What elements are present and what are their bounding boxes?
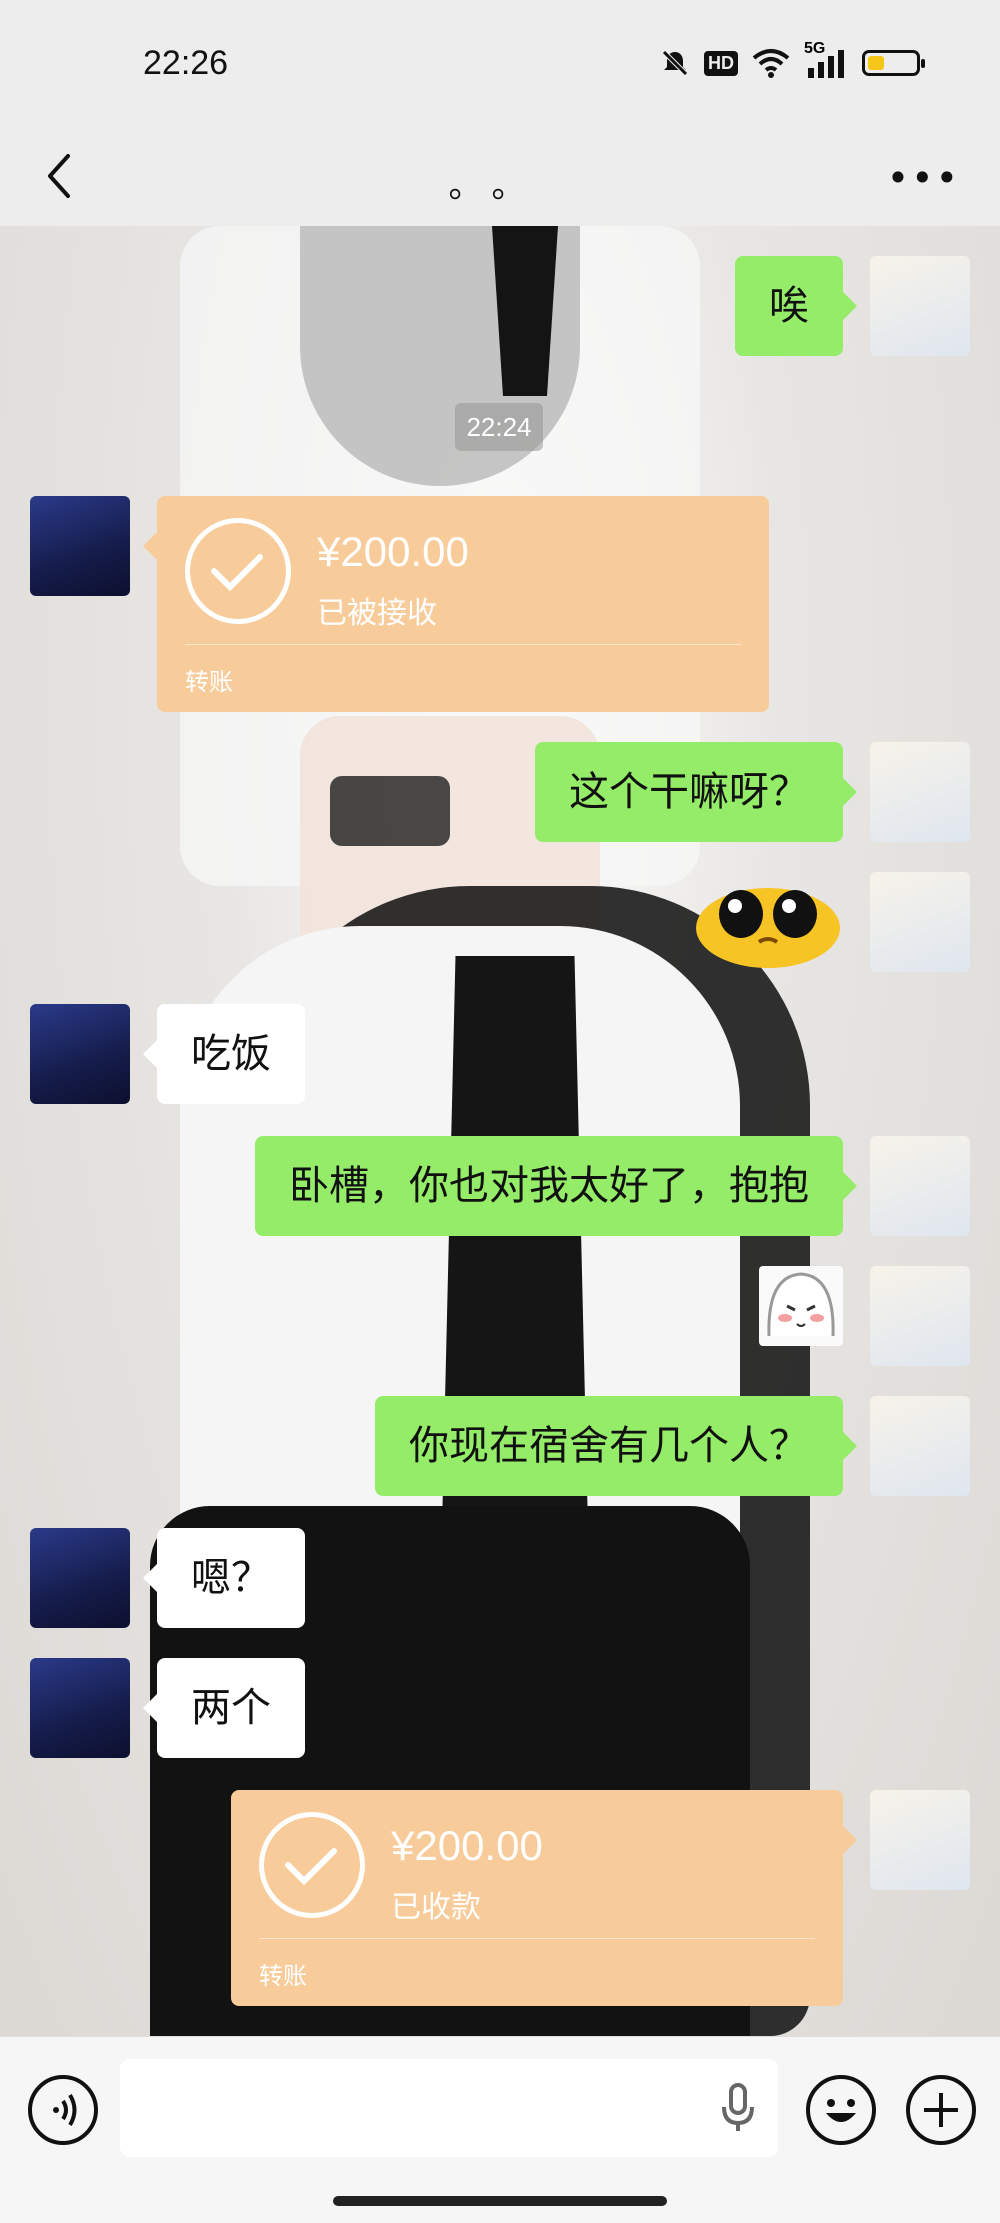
- battery-icon: [862, 50, 925, 76]
- message-row: ¥200.00 已被接收 转账: [0, 496, 1000, 716]
- transfer-card-received[interactable]: ¥200.00 已被接收 转账: [143, 496, 769, 712]
- more-button[interactable]: •••: [887, 156, 960, 200]
- check-circle-icon: [185, 518, 291, 624]
- transfer-card-accepted[interactable]: ¥200.00 已收款 转账: [231, 1790, 857, 2006]
- avatar-self[interactable]: [870, 1396, 970, 1496]
- more-horizontal-icon: •••: [886, 156, 960, 200]
- voice-mode-icon: [53, 2093, 77, 2127]
- chat-title: 。。: [448, 166, 552, 206]
- message-bubble-other[interactable]: 两个: [143, 1658, 305, 1758]
- transfer-amount: ¥200.00: [317, 528, 469, 575]
- chat-header: 。。 •••: [0, 130, 1000, 226]
- transfer-divider: [185, 644, 741, 645]
- avatar-contact[interactable]: [30, 496, 130, 596]
- plus-icon: [924, 2093, 958, 2127]
- chat-area[interactable]: 22:24 唉 ¥200.00 已被接收 转账 这个干嘛呀？ 吃饭 卧槽，你也对…: [0, 226, 1000, 2036]
- message-bubble-self[interactable]: 你现在宿舍有几个人？: [375, 1396, 857, 1496]
- avatar-self[interactable]: [870, 1136, 970, 1236]
- message-row: 卧槽，你也对我太好了，抱抱: [0, 1136, 1000, 1236]
- status-time: 22:26: [143, 44, 229, 82]
- wifi-icon: [752, 49, 790, 78]
- transfer-divider: [259, 1938, 815, 1939]
- avatar-self[interactable]: [870, 1790, 970, 1890]
- status-icons: HD 5G: [660, 40, 925, 78]
- message-row: 这个干嘛呀？: [0, 742, 1000, 842]
- network-label: 5G: [804, 40, 826, 57]
- message-bubble-other[interactable]: 嗯？: [143, 1528, 305, 1628]
- avatar-self[interactable]: [870, 1266, 970, 1366]
- blushing-anime-girl-sticker[interactable]: [759, 1266, 843, 1346]
- input-bar: [0, 2036, 1000, 2223]
- message-row: [0, 1266, 1000, 1366]
- emoji-button[interactable]: [806, 2075, 876, 2145]
- message-bubble-other[interactable]: 吃饭: [143, 1004, 305, 1104]
- message-bubble-self[interactable]: 卧槽，你也对我太好了，抱抱: [255, 1136, 857, 1236]
- message-row: 嗯？: [0, 1528, 1000, 1628]
- message-row: 两个: [0, 1658, 1000, 1758]
- mute-bell-icon: [662, 50, 688, 76]
- battery-level: [868, 56, 884, 70]
- check-circle-icon: [259, 1812, 365, 1918]
- emoji-icon: [826, 2099, 856, 2122]
- avatar-self[interactable]: [870, 872, 970, 972]
- transfer-label: 转账: [259, 1962, 307, 1990]
- message-row: ¥200.00 已收款 转账: [0, 1790, 1000, 2010]
- message-row: [0, 872, 1000, 972]
- avatar-self[interactable]: [870, 256, 970, 356]
- avatar-contact[interactable]: [30, 1528, 130, 1628]
- home-indicator[interactable]: [333, 2196, 667, 2206]
- avatar-contact[interactable]: [30, 1658, 130, 1758]
- transfer-status: 已被接收: [317, 596, 437, 631]
- signal-icon: 5G: [804, 40, 848, 78]
- message-bubble-self[interactable]: 唉: [735, 256, 857, 356]
- chat-timestamp: 22:24: [455, 403, 543, 451]
- message-input[interactable]: [120, 2059, 778, 2157]
- message-row: 吃饭: [0, 1004, 1000, 1104]
- crying-yellow-blob-sticker[interactable]: [693, 872, 843, 972]
- plus-button[interactable]: [906, 2075, 976, 2145]
- hd-badge: HD: [704, 50, 738, 76]
- transfer-amount: ¥200.00: [391, 1822, 543, 1869]
- status-bar: 22:26 HD 5G: [0, 0, 1000, 130]
- avatar-self[interactable]: [870, 742, 970, 842]
- transfer-status: 已收款: [391, 1890, 481, 1925]
- microphone-icon[interactable]: [720, 2083, 756, 2133]
- message-row: 你现在宿舍有几个人？: [0, 1396, 1000, 1496]
- message-bubble-self[interactable]: 这个干嘛呀？: [535, 742, 857, 842]
- message-row: 唉: [0, 256, 1000, 356]
- avatar-contact[interactable]: [30, 1004, 130, 1104]
- voice-mode-button[interactable]: [28, 2075, 98, 2145]
- transfer-label: 转账: [185, 668, 233, 696]
